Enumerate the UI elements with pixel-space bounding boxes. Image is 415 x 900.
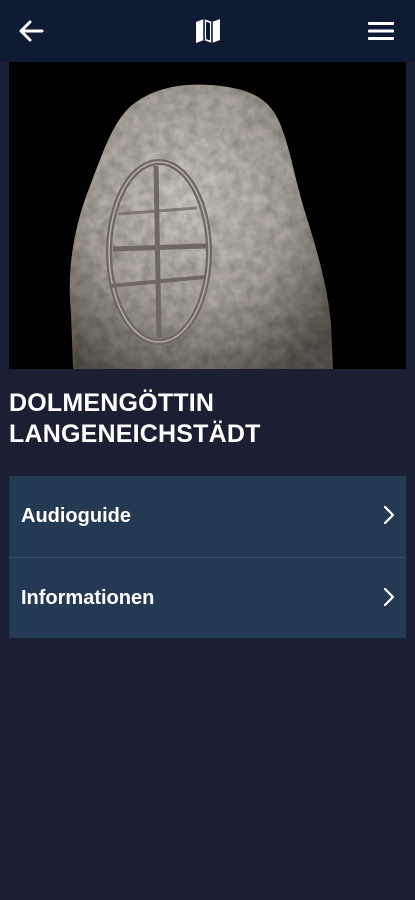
top-bar <box>0 0 415 62</box>
menu-list: Audioguide Informationen <box>9 476 406 638</box>
menu-button[interactable] <box>363 13 399 49</box>
list-item-label: Informationen <box>21 586 155 609</box>
arrow-left-icon <box>19 20 44 42</box>
hero-image <box>9 62 406 369</box>
page-title: DOLMENGÖTTIN LANGENEICHSTÄDT <box>9 388 406 450</box>
app-screen: DOLMENGÖTTIN LANGENEICHSTÄDT Audioguide … <box>0 0 415 900</box>
list-item-label: Audioguide <box>21 505 131 527</box>
title-line-2: LANGENEICHSTÄDT <box>9 420 261 448</box>
hamburger-menu-icon <box>368 22 394 40</box>
title-line-1: DOLMENGÖTTIN <box>9 389 215 417</box>
list-item-informationen[interactable]: Informationen <box>9 557 406 638</box>
chevron-right-icon <box>383 587 395 607</box>
back-button[interactable] <box>13 13 49 49</box>
map-button[interactable] <box>190 13 226 49</box>
carved-stone-goddess-photo <box>9 62 406 369</box>
map-icon <box>196 19 220 43</box>
list-item-audioguide[interactable]: Audioguide <box>9 476 406 557</box>
chevron-right-icon <box>383 505 395 525</box>
